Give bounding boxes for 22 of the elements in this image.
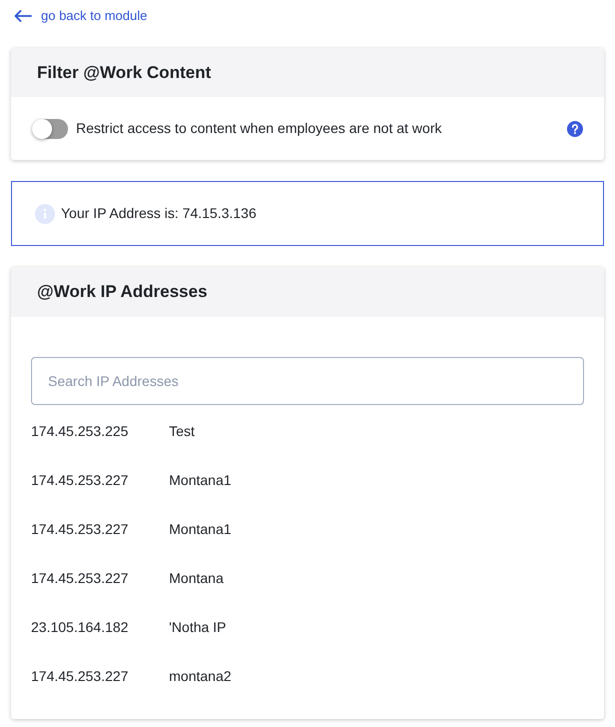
toggle-switch[interactable] (32, 118, 68, 138)
ip-address: 174.45.253.227 (31, 667, 130, 686)
back-link[interactable]: go back to module (14, 6, 148, 26)
info-icon (35, 204, 55, 224)
ip-label: montana2 (169, 667, 232, 686)
help-icon[interactable] (567, 120, 583, 136)
ip-label: 'Notha IP (169, 618, 226, 637)
ip-address: 174.45.253.227 (31, 569, 130, 588)
ip-label: Test (169, 422, 195, 441)
card-title: Filter @Work Content (37, 62, 211, 84)
search-field[interactable]: Search IP Addresses (31, 357, 584, 405)
ip-address-text: Your IP Address is: 74.15.3.136 (61, 204, 256, 223)
card-title: @Work IP Addresses (37, 281, 208, 304)
toggle-label: Restrict access to content when employees are not at work (76, 119, 443, 138)
ip-address: 174.45.253.227 (31, 471, 130, 490)
ip-label: Montana (169, 569, 224, 588)
ip-address: 174.45.253.225 (31, 422, 130, 441)
left-arrow-icon (14, 10, 32, 22)
ip-address: 23.105.164.182 (31, 618, 130, 637)
ip-label: Montana1 (169, 471, 232, 490)
ip-label: Montana1 (169, 520, 232, 539)
ip-address: 174.45.253.227 (31, 520, 130, 539)
